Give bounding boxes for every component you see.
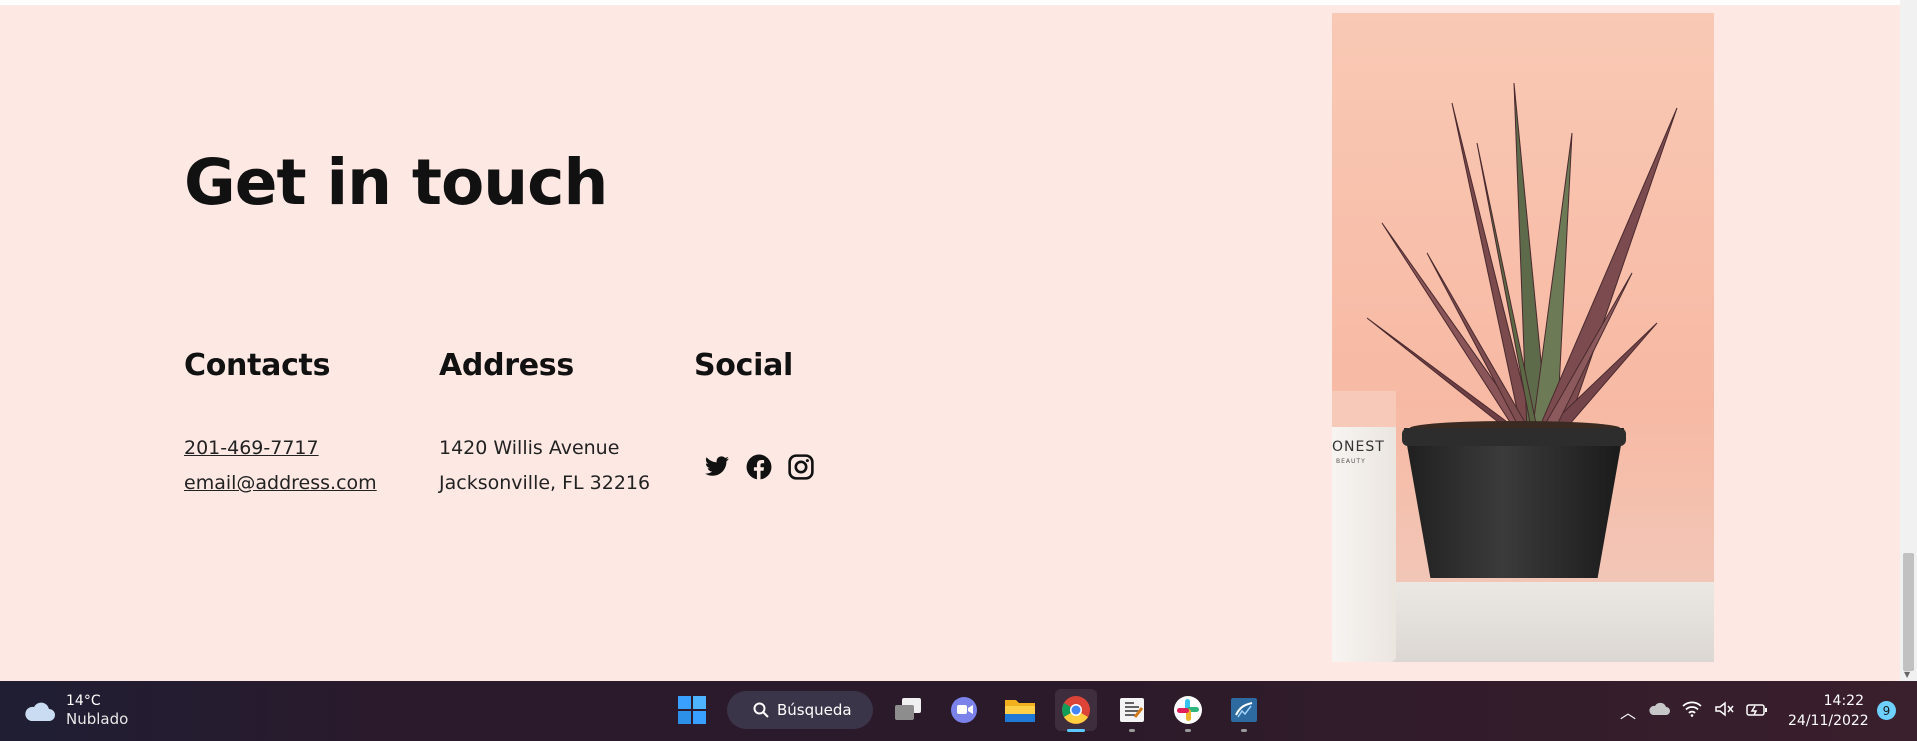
start-button[interactable] bbox=[671, 689, 713, 731]
wifi-icon[interactable] bbox=[1682, 701, 1702, 721]
task-view-button[interactable] bbox=[887, 689, 929, 731]
page-title: Get in touch bbox=[184, 146, 608, 219]
scroll-down-arrow[interactable]: ▼ bbox=[1904, 670, 1910, 679]
address-line-1: 1420 Willis Avenue bbox=[439, 437, 620, 459]
social-column: Social bbox=[694, 348, 814, 480]
contacts-heading: Contacts bbox=[184, 348, 331, 383]
slack-icon bbox=[1174, 696, 1202, 724]
notification-badge[interactable]: 9 bbox=[1877, 701, 1896, 720]
clock-time: 14:22 bbox=[1823, 693, 1864, 709]
battery-icon[interactable] bbox=[1746, 702, 1768, 721]
tube-brand-sub: BEAUTY bbox=[1336, 458, 1366, 465]
plant-pot bbox=[1404, 428, 1624, 578]
search-label: Búsqueda bbox=[777, 701, 852, 719]
weather-widget[interactable]: 14°C Nublado bbox=[22, 693, 128, 728]
scrollbar-thumb[interactable] bbox=[1903, 553, 1914, 671]
weather-condition: Nublado bbox=[66, 710, 129, 728]
system-tray: ︿ bbox=[1620, 699, 1768, 723]
phone-link[interactable]: 201-469-7717 bbox=[184, 437, 319, 459]
contact-section: Get in touch Contacts 201-469-7717 email… bbox=[0, 5, 1900, 681]
taskbar-search[interactable]: Búsqueda bbox=[727, 691, 873, 729]
chevron-up-icon[interactable]: ︿ bbox=[1620, 699, 1636, 723]
editor-icon bbox=[1120, 698, 1144, 722]
instagram-icon[interactable] bbox=[786, 452, 816, 482]
chat-icon bbox=[951, 697, 977, 723]
plant-image: ONEST BEAUTY bbox=[1332, 13, 1714, 662]
slack-button[interactable] bbox=[1167, 689, 1209, 732]
contacts-column: Contacts 201-469-7717 email@address.com bbox=[184, 348, 377, 495]
taskbar-clock[interactable]: 14:22 24/11/2022 bbox=[1788, 691, 1869, 731]
address-heading: Address bbox=[439, 348, 574, 383]
social-heading: Social bbox=[694, 348, 794, 383]
mysql-workbench-icon bbox=[1231, 698, 1257, 722]
address-column: Address 1420 Willis Avenue Jacksonville,… bbox=[439, 348, 650, 495]
page-scrollbar[interactable]: ▼ bbox=[1900, 0, 1917, 681]
facebook-icon[interactable] bbox=[744, 452, 774, 482]
task-view-icon bbox=[895, 698, 921, 720]
aloe-leaves bbox=[1366, 82, 1678, 435]
social-icons bbox=[702, 452, 816, 482]
clock-date: 24/11/2022 bbox=[1788, 713, 1869, 729]
twitter-icon[interactable] bbox=[702, 452, 732, 482]
windows-icon bbox=[678, 696, 706, 724]
pot-rim bbox=[1402, 428, 1626, 446]
file-explorer-button[interactable] bbox=[999, 689, 1041, 731]
weather-temp: 14°C bbox=[66, 693, 101, 709]
teams-chat-button[interactable] bbox=[943, 689, 985, 731]
mysql-workbench-button[interactable] bbox=[1223, 689, 1265, 732]
onedrive-icon[interactable] bbox=[1648, 701, 1671, 721]
folder-icon bbox=[1005, 700, 1035, 722]
windows-taskbar: 14°C Nublado Búsqueda ︿ 14:22 24/11/2022… bbox=[0, 681, 1917, 741]
speaker-muted-icon[interactable] bbox=[1714, 701, 1734, 721]
email-link[interactable]: email@address.com bbox=[184, 472, 377, 494]
taskbar-apps: Búsqueda bbox=[671, 689, 1265, 732]
cloud-icon bbox=[25, 702, 55, 721]
search-icon bbox=[753, 702, 769, 718]
chrome-icon bbox=[1062, 696, 1090, 724]
address-line-2: Jacksonville, FL 32216 bbox=[439, 472, 651, 494]
chrome-button[interactable] bbox=[1055, 689, 1097, 732]
editor-app-button[interactable] bbox=[1111, 689, 1153, 732]
